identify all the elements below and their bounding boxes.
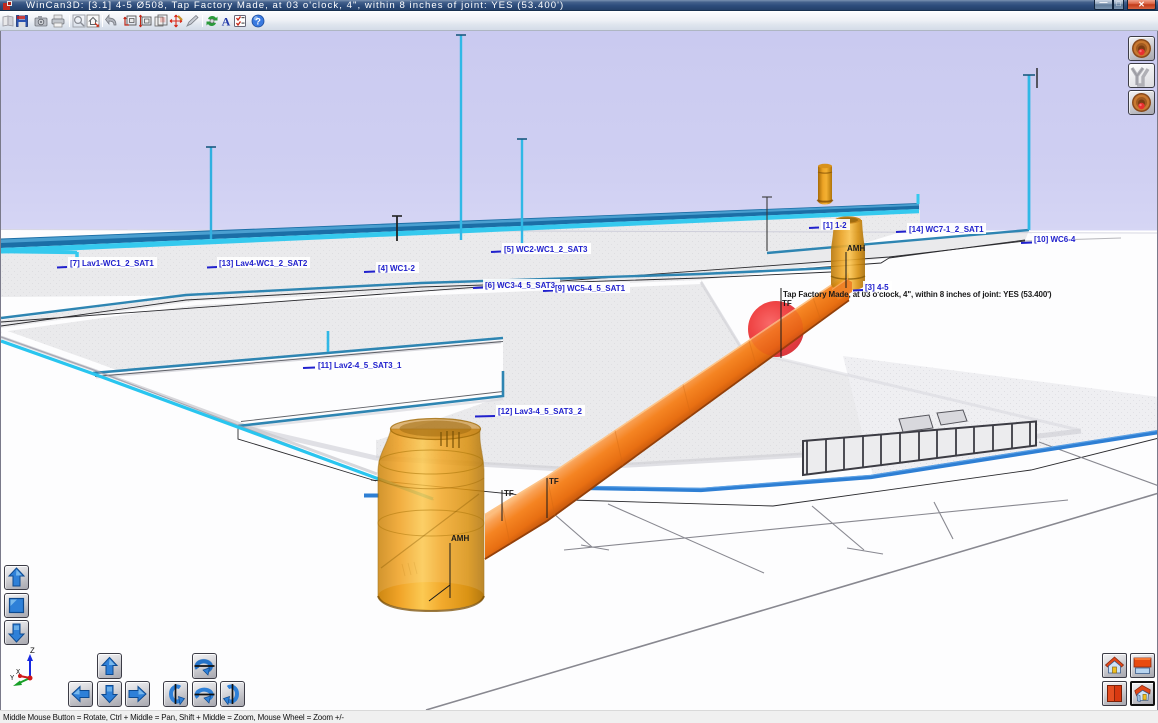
svg-text:[3] 4-5: [3] 4-5 xyxy=(865,283,889,292)
svg-text:A: A xyxy=(222,15,231,29)
svg-text:[12] Lav3-4_5_SAT3_2: [12] Lav3-4_5_SAT3_2 xyxy=(498,407,582,416)
svg-text:Z: Z xyxy=(30,647,35,656)
svg-text:[14] WC7-1_2_SAT1: [14] WC7-1_2_SAT1 xyxy=(909,225,984,234)
svg-text:AMH: AMH xyxy=(847,244,865,253)
svg-text:[7] Lav1-WC1_2_SAT1: [7] Lav1-WC1_2_SAT1 xyxy=(70,259,154,268)
svg-text:[1] 1-2: [1] 1-2 xyxy=(823,221,847,230)
svg-text:[11] Lav2-4_5_SAT3_1: [11] Lav2-4_5_SAT3_1 xyxy=(318,361,402,370)
svg-text:TF: TF xyxy=(504,489,514,498)
svg-text:[13] Lav4-WC1_2_SAT2: [13] Lav4-WC1_2_SAT2 xyxy=(219,259,308,268)
svg-text:AMH: AMH xyxy=(451,534,469,543)
svg-text:[10] WC6-4: [10] WC6-4 xyxy=(1034,235,1076,244)
svg-text:TF: TF xyxy=(549,477,559,486)
svg-text:Tap Factory Made, at 03 o'cloc: Tap Factory Made, at 03 o'clock, 4", wit… xyxy=(783,290,1052,299)
svg-text:[9] WC5-4_5_SAT1: [9] WC5-4_5_SAT1 xyxy=(555,284,626,293)
svg-text:?: ? xyxy=(255,17,261,28)
svg-text:[6] WC3-4_5_SAT3: [6] WC3-4_5_SAT3 xyxy=(485,281,556,290)
svg-text:[4] WC1-2: [4] WC1-2 xyxy=(378,264,415,273)
svg-text:Y: Y xyxy=(10,675,15,683)
svg-text:[5] WC2-WC1_2_SAT3: [5] WC2-WC1_2_SAT3 xyxy=(504,245,588,254)
svg-text:TF: TF xyxy=(782,299,792,308)
